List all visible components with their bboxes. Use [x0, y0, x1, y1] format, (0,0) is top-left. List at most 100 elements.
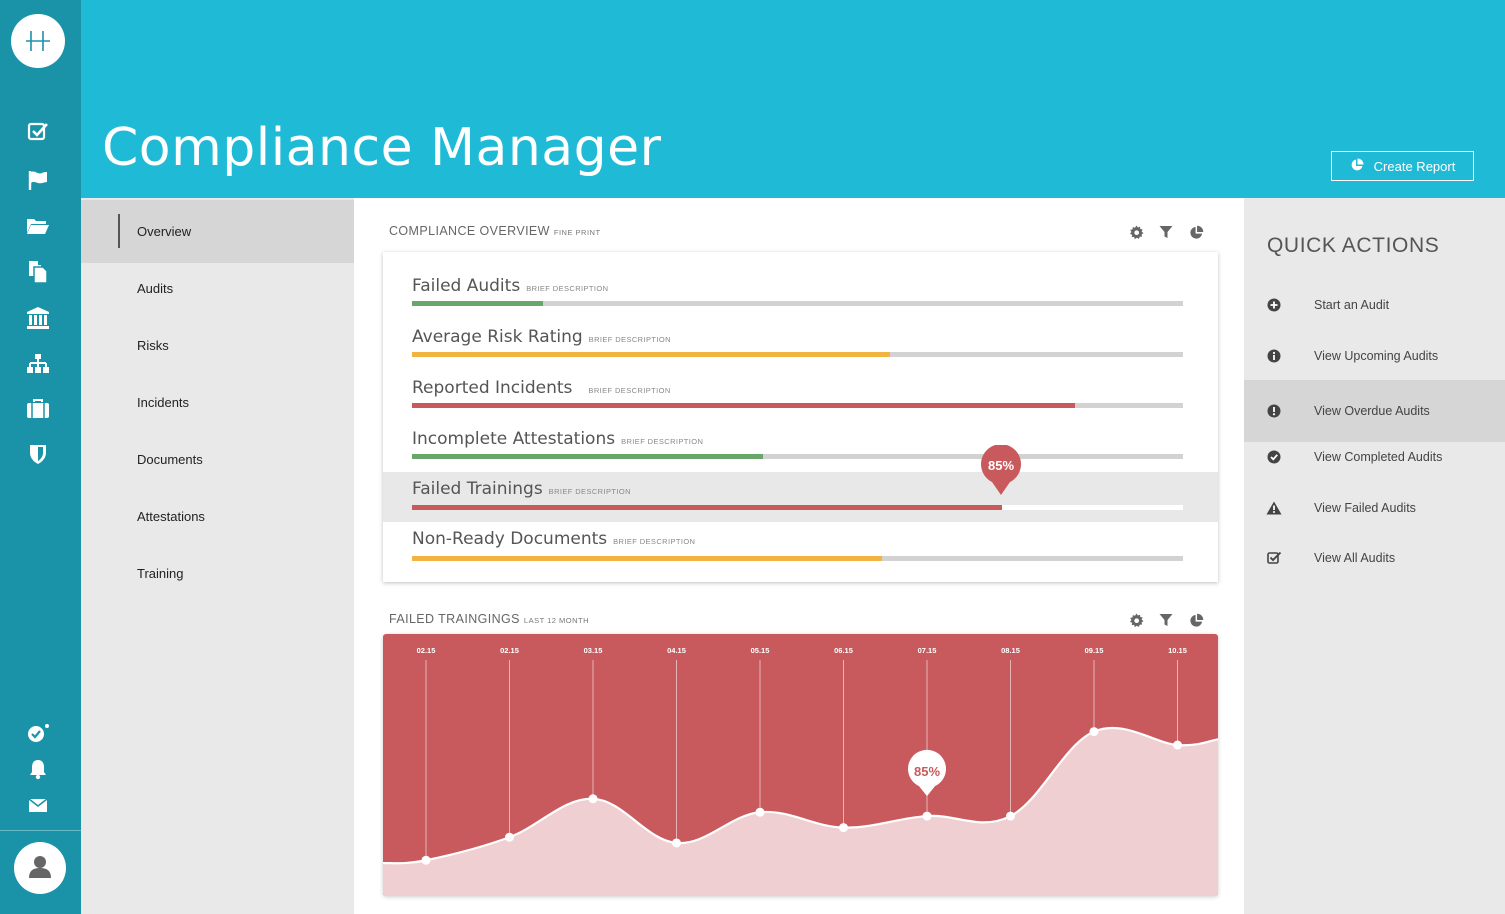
exclamation-circle-icon: [1266, 403, 1282, 419]
check-circle-icon: [1266, 449, 1282, 465]
nav-item-incidents[interactable]: Incidents: [81, 371, 354, 434]
quick-actions-panel: QUICK ACTIONS Start an Audit View Upcomi…: [1244, 198, 1505, 914]
data-point[interactable]: [588, 794, 598, 804]
overview-heading: COMPLIANCE OVERVIEW FINE PRINT: [389, 224, 601, 238]
metric-title: Failed Trainings: [412, 479, 543, 499]
progress-track: [412, 505, 1183, 510]
metric-title: Average Risk Rating: [412, 327, 583, 347]
metric-description: BRIEF DESCRIPTION: [526, 284, 609, 293]
documents-icon[interactable]: [24, 260, 52, 284]
metric-non-ready-documents[interactable]: Non-Ready Documents BRIEF DESCRIPTION: [383, 526, 1218, 576]
shield-icon[interactable]: [24, 442, 52, 466]
data-point[interactable]: [1089, 727, 1099, 737]
progress-fill: [412, 301, 544, 306]
gear-icon[interactable]: [1128, 224, 1144, 240]
metric-title: Incomplete Attestations: [412, 429, 616, 449]
x-tick-label: 06.15: [834, 646, 853, 655]
checkbox-icon: [1266, 550, 1282, 566]
quick-action-view-upcoming[interactable]: View Upcoming Audits: [1244, 325, 1505, 387]
metric-name: Incomplete Attestations BRIEF DESCRIPTION: [412, 429, 703, 449]
value-badge-label: 85%: [987, 458, 1015, 473]
progress-fill: [412, 454, 763, 459]
nav-item-label: Training: [137, 566, 184, 581]
overview-tools: [1128, 224, 1204, 240]
quick-action-view-all[interactable]: View All Audits: [1244, 527, 1505, 589]
data-point[interactable]: [922, 811, 932, 821]
create-report-button[interactable]: Create Report: [1331, 151, 1474, 181]
nav-item-label: Attestations: [137, 509, 205, 524]
page-title: Compliance Manager: [102, 118, 662, 178]
metric-reported-incidents[interactable]: Reported Incidents BRIEF DESCRIPTION: [383, 373, 1218, 423]
metric-name: Average Risk Rating BRIEF DESCRIPTION: [412, 327, 671, 347]
nav-item-label: Overview: [137, 224, 192, 239]
metric-failed-audits[interactable]: Failed Audits BRIEF DESCRIPTION: [383, 271, 1218, 321]
data-point[interactable]: [839, 823, 848, 833]
chart-canvas: 02.15 02.15 03.15 04.15 05.15 06.15 07.15 08.15…: [383, 646, 1218, 896]
x-tick-label: 07.15: [918, 646, 937, 655]
nav-item-risks[interactable]: Risks: [81, 314, 354, 377]
nav-item-audits[interactable]: Audits: [81, 257, 354, 320]
metric-failed-trainings[interactable]: Failed Trainings BRIEF DESCRIPTION: [383, 472, 1218, 522]
progress-fill: [412, 505, 1002, 510]
mail-icon[interactable]: [24, 793, 52, 817]
flag-icon[interactable]: [24, 168, 52, 192]
gear-icon[interactable]: [1128, 612, 1144, 628]
metric-incomplete-attestations[interactable]: Incomplete Attestations BRIEF DESCRIPTION: [383, 424, 1218, 474]
chart-badge-label: 85%: [914, 764, 940, 779]
metric-average-risk-rating[interactable]: Average Risk Rating BRIEF DESCRIPTION: [383, 322, 1218, 372]
data-point[interactable]: [755, 807, 765, 817]
data-point[interactable]: [1006, 811, 1015, 821]
quick-action-label: View All Audits: [1314, 551, 1396, 565]
nav-item-documents[interactable]: Documents: [81, 428, 354, 491]
progress-track: [412, 454, 1183, 459]
folder-icon[interactable]: [24, 214, 52, 238]
metric-description: BRIEF DESCRIPTION: [588, 386, 671, 395]
create-report-label: Create Report: [1373, 158, 1456, 174]
data-point[interactable]: [1173, 740, 1182, 750]
failed-trainings-chart: 02.15 02.15 03.15 04.15 05.15 06.15 07.15 08.15…: [383, 634, 1218, 896]
info-circle-icon: [1266, 348, 1282, 364]
value-badge: 85%: [979, 444, 1023, 497]
check-badge-icon[interactable]: [24, 721, 52, 745]
filter-icon[interactable]: [1158, 224, 1174, 240]
metric-name: Failed Trainings BRIEF DESCRIPTION: [412, 479, 631, 499]
progress-fill: [412, 556, 883, 561]
x-tick-label: 09.15: [1085, 646, 1104, 655]
metric-description: BRIEF DESCRIPTION: [621, 437, 704, 446]
x-tick-label: 02.15: [500, 646, 519, 655]
nav-item-overview[interactable]: Overview: [81, 200, 354, 263]
warning-triangle-icon: [1266, 500, 1282, 516]
h-logo-icon[interactable]: [11, 14, 65, 68]
checkbox-icon[interactable]: [24, 119, 52, 143]
overview-fine-print: FINE PRINT: [553, 228, 601, 237]
metric-description: BRIEF DESCRIPTION: [588, 335, 671, 344]
data-point[interactable]: [505, 832, 514, 842]
metric-name: Reported Incidents BRIEF DESCRIPTION: [412, 378, 671, 398]
nav-item-label: Audits: [137, 281, 174, 296]
page-header: Compliance Manager Create Report: [81, 0, 1505, 198]
data-point[interactable]: [421, 855, 431, 865]
user-icon: [27, 853, 53, 884]
plus-circle-icon: [1266, 297, 1282, 313]
data-point[interactable]: [672, 838, 681, 848]
section-nav: Overview Audits Risks Incidents Document…: [81, 198, 354, 914]
bell-icon[interactable]: [24, 757, 52, 781]
org-chart-icon[interactable]: [24, 352, 52, 376]
metric-title: Reported Incidents: [412, 378, 573, 398]
overview-title: COMPLIANCE OVERVIEW: [389, 224, 550, 238]
pie-chart-icon[interactable]: [1188, 612, 1204, 628]
bank-icon[interactable]: [24, 306, 52, 330]
filter-icon[interactable]: [1158, 612, 1174, 628]
x-tick-label: 10.15: [1168, 646, 1187, 655]
x-tick-label: 05.15: [751, 646, 770, 655]
nav-item-label: Incidents: [137, 395, 190, 410]
metric-description: BRIEF DESCRIPTION: [613, 537, 696, 546]
nav-item-training[interactable]: Training: [81, 542, 354, 605]
pie-chart-icon[interactable]: [1188, 224, 1204, 240]
x-tick-label: 04.15: [667, 646, 686, 655]
avatar[interactable]: [14, 842, 66, 894]
briefcase-icon[interactable]: [24, 397, 52, 421]
nav-item-attestations[interactable]: Attestations: [81, 485, 354, 548]
quick-actions-title: QUICK ACTIONS: [1267, 234, 1440, 257]
metric-title: Non-Ready Documents: [412, 529, 608, 549]
